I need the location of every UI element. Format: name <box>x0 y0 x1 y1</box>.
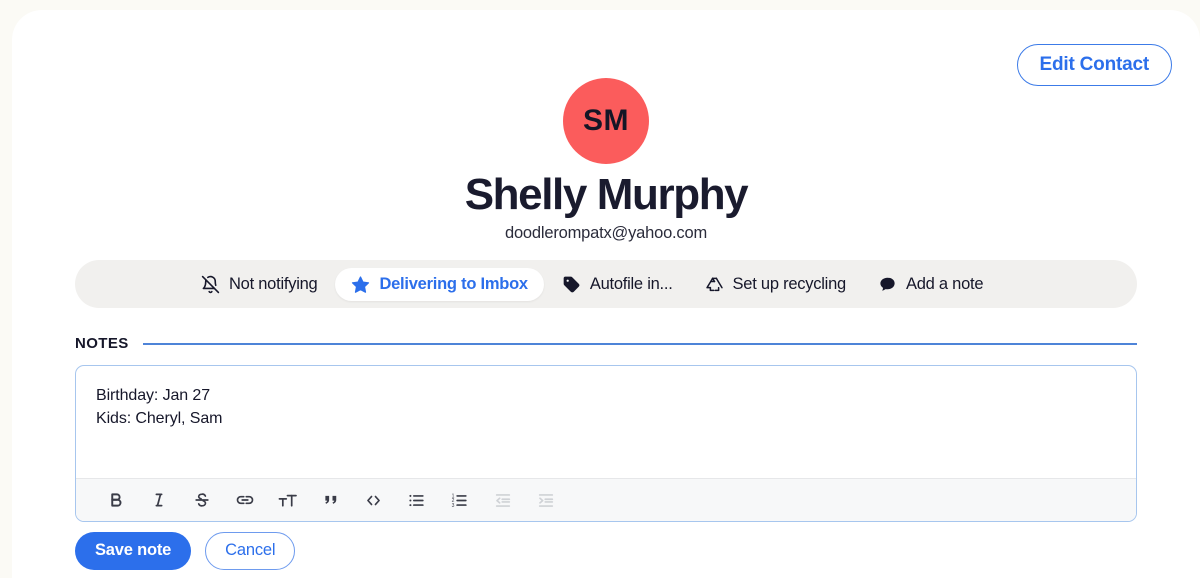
italic-button[interactable] <box>137 483 180 517</box>
notes-label: NOTES <box>75 335 129 352</box>
star-icon <box>351 275 370 294</box>
indent-icon <box>536 491 556 510</box>
notes-editor[interactable]: Birthday: Jan 27 Kids: Cheryl, Sam 1 2 3 <box>75 365 1137 522</box>
action-add-a-note[interactable]: Add a note <box>864 268 997 301</box>
cancel-button[interactable]: Cancel <box>205 532 296 570</box>
code-button[interactable] <box>352 483 395 517</box>
action-label: Not notifying <box>229 274 318 293</box>
notes-textarea[interactable]: Birthday: Jan 27 Kids: Cheryl, Sam <box>76 366 1136 478</box>
notes-footer: Save note Cancel <box>75 532 296 570</box>
contact-header: SM Shelly Murphy doodlerompatx@yahoo.com <box>12 78 1200 243</box>
outdent-button[interactable] <box>481 483 524 517</box>
notes-divider <box>142 342 1137 345</box>
link-icon <box>235 490 255 510</box>
avatar-initials: SM <box>583 104 629 137</box>
italic-icon <box>150 491 168 509</box>
strikethrough-icon <box>193 491 211 509</box>
action-set-up-recycling[interactable]: Set up recycling <box>691 268 860 301</box>
action-not-notifying[interactable]: Not notifying <box>187 268 331 301</box>
action-label: Autofile in... <box>589 274 673 293</box>
action-autofile[interactable]: Autofile in... <box>548 268 687 301</box>
heading-icon <box>277 491 298 510</box>
contact-actions-bar: Not notifying Delivering to Imbox Autofi… <box>75 260 1137 308</box>
bold-button[interactable] <box>94 483 137 517</box>
comment-icon <box>878 275 897 294</box>
notes-section-header: NOTES <box>75 335 1137 352</box>
note-line: Birthday: Jan 27 <box>96 387 211 404</box>
svg-text:3: 3 <box>452 502 455 508</box>
contact-email: doodlerompatx@yahoo.com <box>504 224 707 243</box>
link-button[interactable] <box>223 483 266 517</box>
note-line: Kids: Cheryl, Sam <box>96 410 223 428</box>
app-root: Edit Contact SM Shelly Murphy doodleromp… <box>0 0 1200 578</box>
numbered-list-icon: 1 2 3 <box>450 491 469 510</box>
avatar: SM <box>563 78 649 164</box>
action-delivering-to-imbox[interactable]: Delivering to Imbox <box>335 267 544 301</box>
bullet-list-button[interactable] <box>395 483 438 517</box>
indent-button[interactable] <box>524 483 567 517</box>
strikethrough-button[interactable] <box>180 483 223 517</box>
action-label: Delivering to Imbox <box>379 274 528 293</box>
bell-off-icon <box>201 275 220 294</box>
quote-button[interactable] <box>309 483 352 517</box>
recycle-icon <box>705 275 724 294</box>
action-label: Add a note <box>905 274 984 293</box>
page-title: Shelly Murphy <box>464 170 749 219</box>
save-note-button[interactable]: Save note <box>75 532 192 570</box>
bold-icon <box>107 491 125 509</box>
bullet-list-icon <box>407 491 426 510</box>
heading-button[interactable] <box>266 483 309 517</box>
quote-icon <box>322 491 340 509</box>
numbered-list-button[interactable]: 1 2 3 <box>438 483 481 517</box>
code-icon <box>364 491 383 510</box>
action-label: Set up recycling <box>732 274 847 293</box>
tag-icon <box>562 275 581 294</box>
notes-format-toolbar: 1 2 3 <box>76 478 1136 521</box>
outdent-icon <box>493 491 513 510</box>
contact-card: Edit Contact SM Shelly Murphy doodleromp… <box>12 10 1200 578</box>
